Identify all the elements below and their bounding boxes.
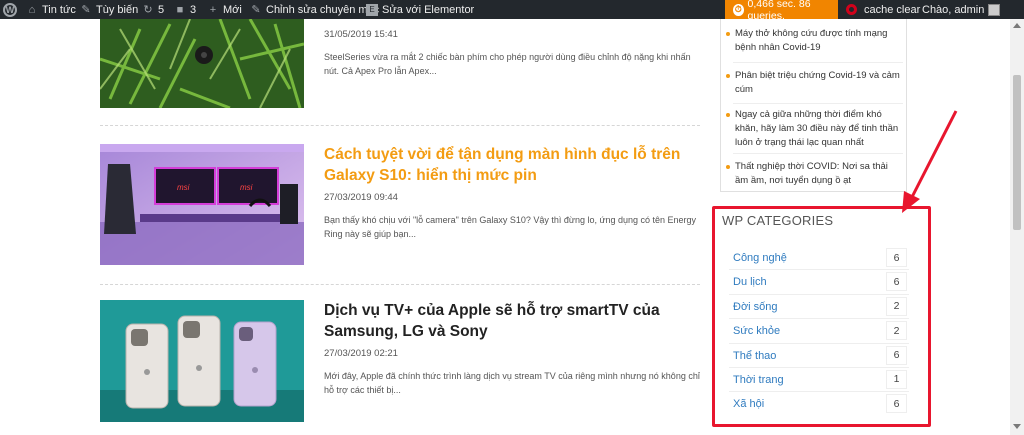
recent-posts-widget: Máy thở không cứu được tính mạng bệnh nh… bbox=[720, 19, 907, 192]
category-count: 2 bbox=[886, 321, 907, 341]
account-menu[interactable]: Chào, admin bbox=[922, 0, 1001, 19]
query-monitor[interactable]: ⏱ 0,466 sec. 86 queries. bbox=[725, 0, 838, 22]
new-label: Mới bbox=[223, 3, 242, 16]
updates-count: 5 bbox=[158, 3, 165, 16]
post-thumbnail[interactable]: msi msi bbox=[100, 144, 304, 265]
wordpress-logo[interactable]: W bbox=[3, 0, 17, 19]
refresh-icon: ↻ bbox=[143, 3, 153, 16]
post-date: 27/03/2019 09:44 bbox=[324, 192, 398, 203]
post-title-link[interactable]: Dịch vụ TV+ của Apple sẽ hỗ trợ smartTV … bbox=[324, 300, 704, 342]
comments-count: 3 bbox=[190, 3, 197, 16]
wordpress-icon: W bbox=[3, 2, 17, 17]
post-title-link[interactable]: Cách tuyệt vời để tận dụng màn hình đục … bbox=[324, 144, 704, 186]
elementor-icon: E bbox=[366, 3, 378, 16]
post-excerpt: Bạn thấy khó chịu với "lỗ camera" trên G… bbox=[324, 215, 697, 239]
greeting-label: Chào, admin bbox=[922, 3, 985, 16]
comments-button[interactable]: ■ 3 bbox=[174, 0, 196, 19]
cache-clear-label: cache clear bbox=[864, 3, 921, 16]
page-scrollbar[interactable] bbox=[1010, 19, 1024, 435]
category-list: Công nghệ 6 Du lịch 6 Đời sống 2 Sức khỏ… bbox=[729, 246, 909, 417]
category-link[interactable]: Xã hội bbox=[733, 398, 764, 410]
post-thumbnail[interactable] bbox=[100, 300, 304, 422]
recent-divider bbox=[733, 153, 903, 154]
category-item[interactable]: Thời trang 1 bbox=[729, 368, 909, 393]
svg-text:msi: msi bbox=[240, 183, 253, 192]
paintbrush-icon: ✎ bbox=[81, 3, 91, 16]
cache-clear-button[interactable]: cache clear bbox=[846, 0, 920, 19]
category-item[interactable]: Công nghệ 6 bbox=[729, 246, 909, 271]
post-excerpt: SteelSeries vừa ra mắt 2 chiếc bàn phím … bbox=[324, 52, 691, 76]
customize-label: Tùy biến bbox=[96, 3, 139, 16]
category-item[interactable]: Sức khỏe 2 bbox=[729, 319, 909, 344]
pencil-icon: ✎ bbox=[251, 3, 261, 16]
edit-category-button[interactable]: ✎ Chỉnh sửa chuyên mục bbox=[250, 0, 379, 19]
elementor-label: Sửa với Elementor bbox=[382, 3, 475, 16]
category-link[interactable]: Sức khỏe bbox=[733, 325, 780, 337]
category-item[interactable]: Đời sống 2 bbox=[729, 295, 909, 320]
categories-widget: WP CATEGORIES Công nghệ 6 Du lịch 6 Đời … bbox=[712, 206, 931, 427]
cache-icon bbox=[846, 4, 857, 15]
recent-divider bbox=[733, 62, 903, 63]
post-date: 27/03/2019 02:21 bbox=[324, 348, 398, 359]
category-count: 6 bbox=[886, 394, 907, 414]
admin-bar: W ⌂ Tin tức ✎ Tùy biến ↻ 5 ■ 3 + Mới ✎ C… bbox=[0, 0, 1024, 22]
post-thumbnail[interactable] bbox=[100, 19, 304, 108]
annotation-arrow-icon bbox=[902, 110, 958, 213]
plus-icon: + bbox=[209, 3, 217, 16]
recent-divider bbox=[733, 103, 903, 104]
svg-text:msi: msi bbox=[177, 183, 190, 192]
scroll-up-icon[interactable] bbox=[1013, 23, 1021, 28]
post-divider bbox=[100, 125, 700, 126]
post-excerpt: Mới đây, Apple đã chính thức trình làng … bbox=[324, 371, 700, 395]
category-item[interactable]: Thể thao 6 bbox=[729, 344, 909, 368]
avatar bbox=[988, 3, 1001, 16]
category-item[interactable]: Xã hội 6 bbox=[729, 392, 909, 416]
category-count: 2 bbox=[886, 296, 907, 316]
edit-elementor-button[interactable]: E Sửa với Elementor bbox=[366, 0, 474, 19]
scrollbar-thumb[interactable] bbox=[1013, 75, 1021, 230]
recent-post-link[interactable]: Máy thở không cứu được tính mạng bệnh nh… bbox=[726, 27, 903, 55]
recent-post-link[interactable]: Phân biệt triệu chứng Covid-19 và cảm cú… bbox=[726, 69, 903, 97]
post-body: Dịch vụ TV+ của Apple sẽ hỗ trợ smartTV … bbox=[324, 300, 704, 397]
recent-post-link[interactable]: Ngay cả giữa những thời điểm khó khăn, h… bbox=[726, 108, 903, 150]
category-count: 6 bbox=[886, 345, 907, 365]
customize-button[interactable]: ✎ Tùy biến bbox=[80, 0, 138, 19]
home-icon: ⌂ bbox=[28, 3, 36, 16]
scroll-down-icon[interactable] bbox=[1013, 424, 1021, 429]
category-item[interactable]: Du lịch 6 bbox=[729, 270, 909, 295]
comment-icon: ■ bbox=[176, 3, 184, 16]
post-divider bbox=[100, 284, 700, 285]
category-link[interactable]: Thời trang bbox=[733, 374, 784, 386]
updates-button[interactable]: ↻ 5 bbox=[142, 0, 164, 19]
category-link[interactable]: Công nghệ bbox=[733, 252, 787, 264]
site-name-label: Tin tức bbox=[42, 3, 76, 16]
stopwatch-icon: ⏱ bbox=[733, 3, 744, 16]
category-link[interactable]: Đời sống bbox=[733, 301, 778, 313]
category-count: 6 bbox=[886, 272, 907, 292]
edit-category-label: Chỉnh sửa chuyên mục bbox=[266, 3, 380, 16]
post-date: 31/05/2019 15:41 bbox=[324, 29, 398, 40]
category-count: 1 bbox=[886, 369, 907, 389]
new-content-button[interactable]: + Mới bbox=[207, 0, 242, 19]
post-body: 31/05/2019 15:41 SteelSeries vừa ra mắt … bbox=[324, 29, 704, 78]
categories-title: WP CATEGORIES bbox=[722, 213, 834, 228]
post-body: Cách tuyệt vời để tận dụng màn hình đục … bbox=[324, 144, 704, 241]
category-link[interactable]: Du lịch bbox=[733, 276, 767, 288]
recent-post-link[interactable]: Thất nghiệp thời COVID: Nơi sa thải ầm ầ… bbox=[726, 160, 903, 188]
category-link[interactable]: Thể thao bbox=[733, 350, 776, 362]
category-count: 6 bbox=[886, 248, 907, 267]
site-name-menu[interactable]: ⌂ Tin tức bbox=[26, 0, 76, 19]
